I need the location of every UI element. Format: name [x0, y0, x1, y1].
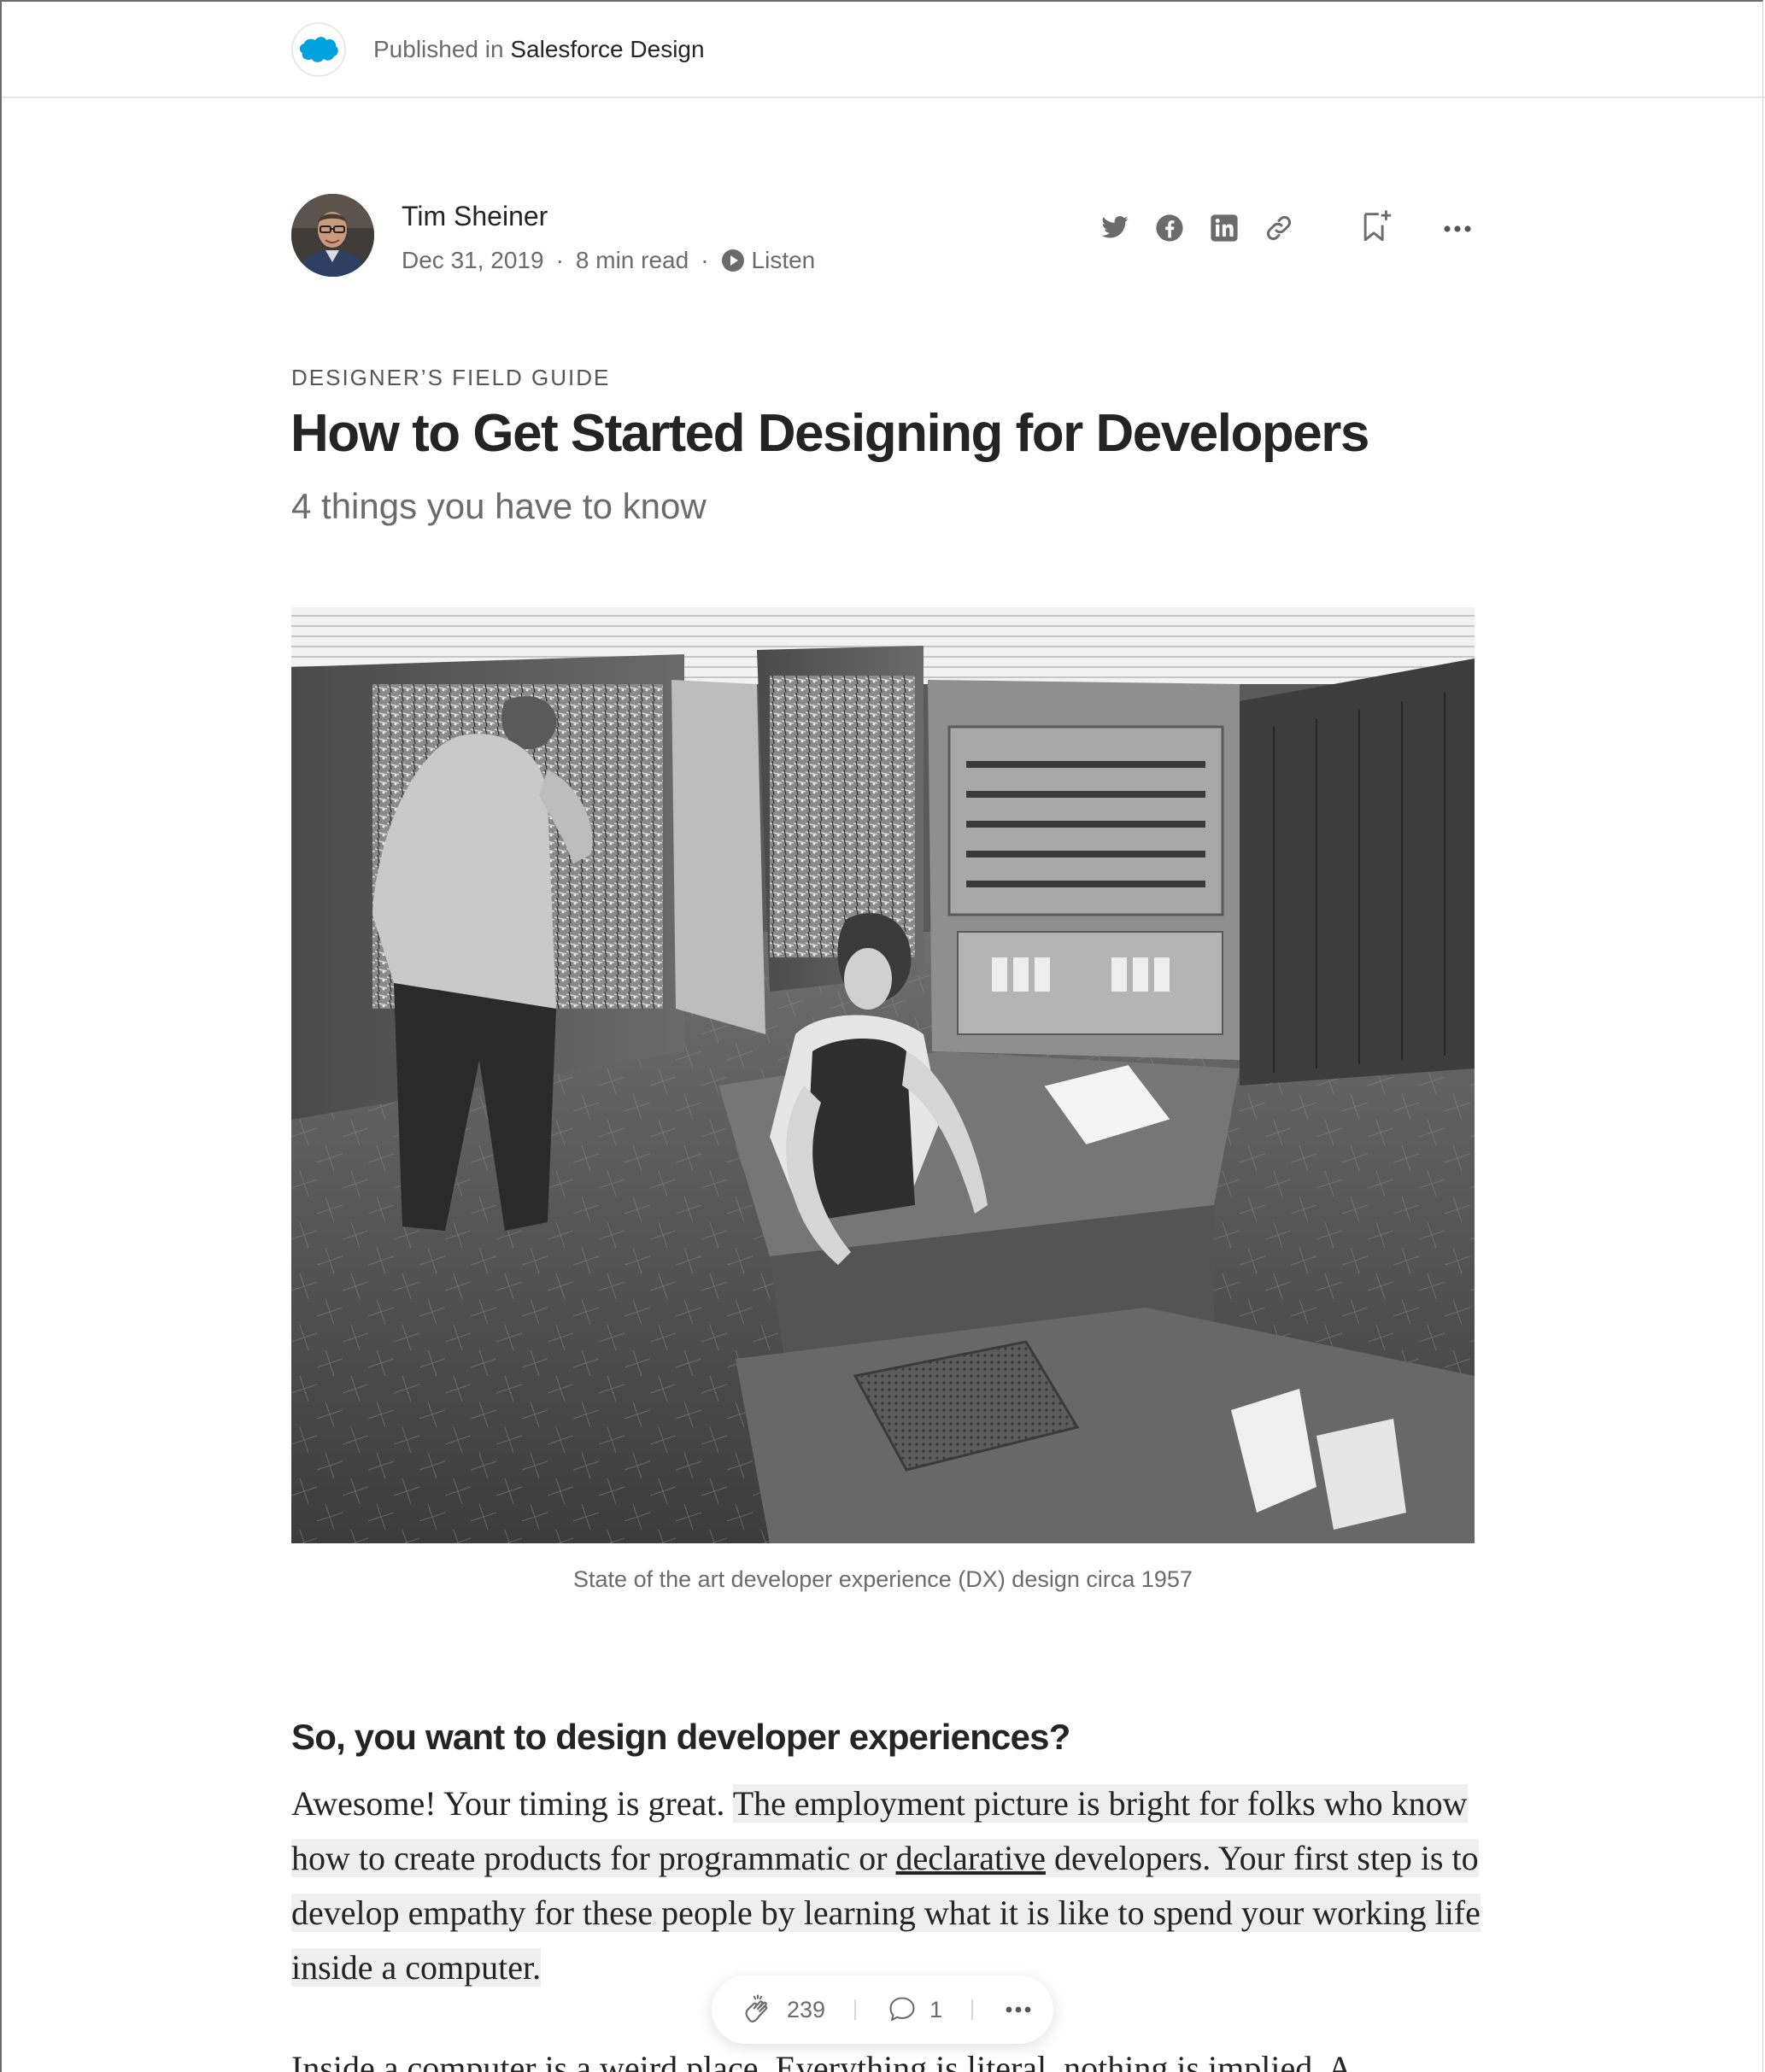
divider — [971, 1999, 974, 2020]
facebook-share-button[interactable] — [1151, 209, 1188, 247]
linkedin-share-button[interactable] — [1205, 209, 1243, 247]
bookmark-button[interactable] — [1357, 208, 1395, 245]
more-icon — [1006, 2006, 1031, 2013]
listen-label: Listen — [751, 247, 816, 273]
article-title: How to Get Started Designing for Develop… — [290, 404, 1369, 463]
copy-link-button[interactable] — [1260, 209, 1298, 247]
more-icon — [1444, 225, 1471, 232]
salesforce-cloud-icon — [299, 37, 338, 62]
clap-count: 239 — [787, 1996, 826, 2022]
salesforce-logo[interactable] — [291, 22, 346, 77]
author-name-link[interactable]: Tim Sheiner — [402, 198, 548, 234]
declarative-link[interactable]: declarative — [896, 1839, 1046, 1877]
linkedin-icon — [1211, 214, 1238, 242]
play-icon — [721, 249, 744, 272]
speech-bubble-icon — [889, 1997, 915, 2022]
meta-separator: · — [701, 247, 709, 273]
publication-bar: Published in Salesforce Design — [0, 0, 1765, 98]
engagement-bar: 239 1 — [712, 1975, 1053, 2044]
article-subtitle: 4 things you have to know — [291, 486, 707, 526]
publication-line: Published in Salesforce Design — [373, 34, 705, 65]
responses-button[interactable]: 1 — [887, 1994, 942, 2025]
intro-paragraph: Awesome! Your timing is great. The emplo… — [291, 1776, 1487, 1995]
published-in-label: Published in — [373, 36, 504, 62]
image-caption: State of the art developer experience (D… — [573, 1566, 1193, 1592]
read-time: 8 min read — [575, 247, 689, 273]
response-count: 1 — [929, 1996, 943, 2022]
meta-separator: · — [555, 247, 564, 273]
second-paragraph: Inside a computer is a weird place. Ever… — [291, 2049, 1352, 2072]
twitter-share-button[interactable] — [1096, 209, 1134, 247]
author-avatar[interactable] — [291, 194, 374, 277]
link-icon — [1267, 216, 1291, 240]
twitter-icon — [1101, 216, 1129, 238]
section-heading: So, you want to design developer experie… — [291, 1717, 1070, 1757]
clap-button[interactable]: 239 — [741, 1993, 825, 2027]
hero-image — [291, 607, 1475, 1543]
article-meta: Dec 31, 2019 · 8 min read · Listen — [402, 245, 815, 276]
article-kicker: DESIGNER’S FIELD GUIDE — [291, 365, 611, 390]
facebook-icon — [1156, 214, 1183, 242]
bookmark-add-icon — [1363, 210, 1392, 242]
divider — [854, 1999, 857, 2020]
more-actions-button[interactable] — [1006, 2005, 1031, 2014]
listen-button[interactable]: Listen — [721, 245, 816, 276]
clap-icon — [745, 1994, 768, 2022]
more-options-button[interactable] — [1439, 210, 1476, 248]
para-intro-text: Awesome! Your timing is great. — [291, 1784, 733, 1823]
publish-date: Dec 31, 2019 — [402, 247, 544, 273]
publication-name-link[interactable]: Salesforce Design — [510, 36, 704, 62]
